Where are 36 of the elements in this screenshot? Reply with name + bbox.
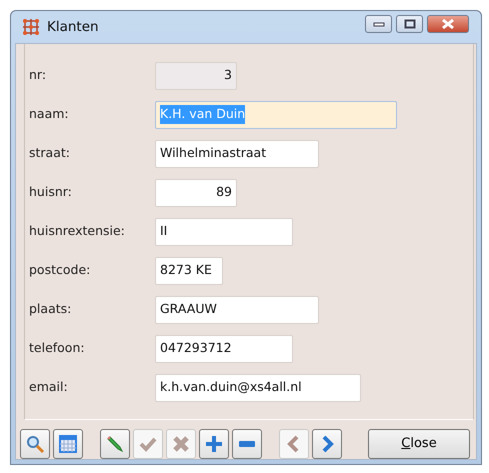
plus-button[interactable] xyxy=(199,429,229,459)
field-label: postcode: xyxy=(28,261,92,280)
field-label: plaats: xyxy=(28,300,72,318)
window-title: Klanten xyxy=(47,18,99,37)
input-field[interactable]: Wilhelminastraat xyxy=(155,140,319,168)
field-label: naam: xyxy=(28,105,70,124)
search-icon xyxy=(25,434,45,454)
field-label: straat: xyxy=(28,144,71,162)
pencil-icon xyxy=(105,434,125,454)
field-label: nr: xyxy=(28,66,48,84)
pencil-button[interactable] xyxy=(100,429,130,459)
minimize-icon xyxy=(372,21,384,27)
input-field[interactable]: II xyxy=(155,218,293,246)
cross-icon xyxy=(171,434,191,454)
close-window-button[interactable] xyxy=(427,15,469,33)
table-button[interactable] xyxy=(53,429,83,459)
input-field[interactable]: 8273 KE xyxy=(155,256,223,284)
minus-button[interactable] xyxy=(232,429,262,459)
input-field[interactable]: GRAAUW xyxy=(155,296,319,324)
table-icon xyxy=(58,434,78,454)
maximize-button[interactable] xyxy=(396,15,423,33)
close-icon xyxy=(441,18,455,30)
maximize-icon xyxy=(404,19,416,29)
field-label: email: xyxy=(28,378,69,396)
close-button[interactable]: Close xyxy=(368,429,470,459)
field-label: huisnr: xyxy=(28,183,73,202)
input-field[interactable]: k.h.van.duin@xs4all.nl xyxy=(155,374,361,402)
app-icon xyxy=(21,18,41,36)
minimize-button[interactable] xyxy=(365,15,392,33)
field-label: telefoon: xyxy=(28,339,86,358)
plus-icon xyxy=(204,434,224,454)
search-button[interactable] xyxy=(20,429,50,459)
right-arrow-button[interactable] xyxy=(312,429,342,459)
input-field[interactable]: 047293712 xyxy=(155,334,293,362)
input-field[interactable]: 89 xyxy=(155,178,237,206)
field-label: huisnrextensie: xyxy=(28,222,126,240)
